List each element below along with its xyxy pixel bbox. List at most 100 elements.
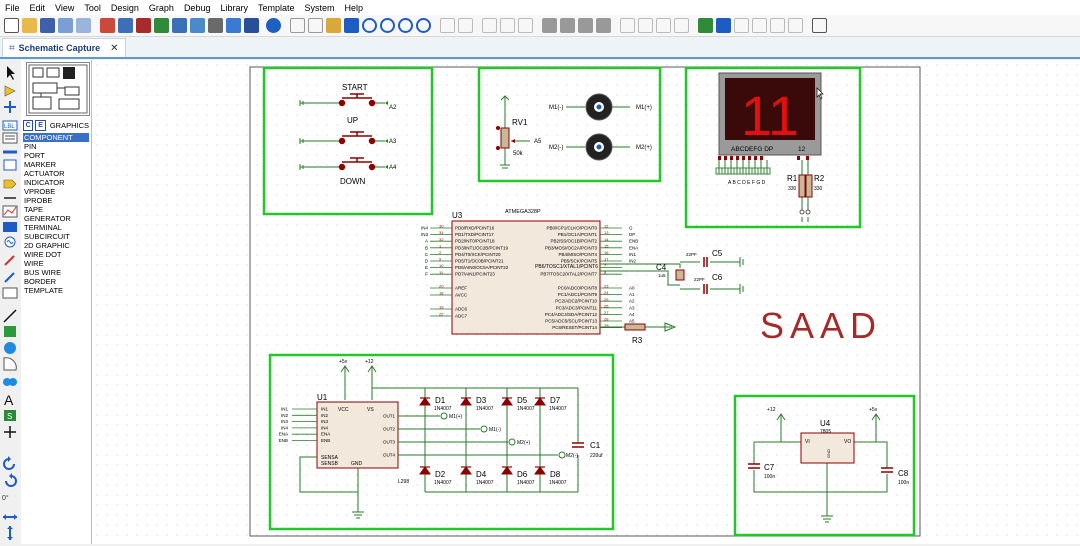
junction-dot-icon[interactable] (4, 101, 16, 113)
home-icon[interactable] (100, 18, 115, 33)
grid-toggle-icon[interactable] (308, 18, 323, 33)
pan-icon[interactable] (344, 18, 359, 33)
mode-item-port[interactable]: PORT (23, 151, 89, 160)
design-explorer-icon[interactable] (208, 18, 223, 33)
menu-debug[interactable]: Debug (179, 3, 216, 13)
mode-item-generator[interactable]: GENERATOR (23, 214, 89, 223)
current-probe-icon[interactable] (4, 272, 15, 283)
copy-icon[interactable] (500, 18, 515, 33)
netlist-icon[interactable] (788, 18, 803, 33)
text-script-icon[interactable] (2, 132, 18, 144)
rotate-anticlockwise-icon[interactable] (5, 473, 17, 487)
gerber-icon[interactable] (190, 18, 205, 33)
graph-icon[interactable] (2, 205, 18, 218)
menu-system[interactable]: System (300, 3, 340, 13)
menu-library[interactable]: Library (215, 3, 253, 13)
tape-recorder-icon[interactable] (3, 222, 17, 232)
symbol-tool-icon[interactable]: S (4, 410, 16, 421)
zoom-all-icon[interactable] (398, 18, 413, 33)
undo-icon[interactable] (440, 18, 455, 33)
zoom-in-icon[interactable] (362, 18, 377, 33)
zoom-out-icon[interactable] (380, 18, 395, 33)
remove-sheet-icon[interactable] (770, 18, 785, 33)
path-tool-icon[interactable] (3, 378, 17, 386)
mode-item-actuator[interactable]: ACTUATOR (23, 169, 89, 178)
help-icon[interactable] (266, 18, 281, 33)
mode-item-indicator[interactable]: INDICATOR (23, 178, 89, 187)
block-rotate-icon[interactable] (578, 18, 593, 33)
menu-file[interactable]: File (0, 3, 25, 13)
new-sheet-icon[interactable] (752, 18, 767, 33)
mode-item-terminal[interactable]: TERMINAL (23, 223, 89, 232)
virtual-instrument-icon[interactable] (2, 287, 18, 299)
save-icon[interactable] (40, 18, 55, 33)
component-mode-icon[interactable] (4, 85, 16, 97)
mode-item-template[interactable]: TEMPLATE (23, 286, 89, 295)
arc-tool-icon[interactable] (3, 357, 17, 371)
circle-tool-icon[interactable] (4, 342, 16, 354)
property-assign-icon[interactable] (734, 18, 749, 33)
menu-template[interactable]: Template (253, 3, 300, 13)
refresh-icon[interactable] (290, 18, 305, 33)
mode-item-marker[interactable]: MARKER (23, 160, 89, 169)
schematic-canvas[interactable]: START UP DOWN A2 A3 A4 RV1 50k A5 M1(-) … (92, 60, 1080, 544)
bom-icon[interactable] (226, 18, 241, 33)
origin-icon[interactable] (326, 18, 341, 33)
c-mode-icon[interactable]: C (23, 119, 34, 131)
open-folder-icon[interactable] (22, 18, 37, 33)
mirror-vertical-icon[interactable] (7, 526, 13, 540)
mode-item-tape[interactable]: TAPE (23, 205, 89, 214)
redo-icon[interactable] (458, 18, 473, 33)
make-device-icon[interactable] (638, 18, 653, 33)
menu-edit[interactable]: Edit (25, 3, 51, 13)
overview-window[interactable] (26, 62, 90, 116)
mode-item-pin[interactable]: PIN (23, 142, 89, 151)
pcb-icon[interactable] (154, 18, 169, 33)
selection-mode-icon[interactable] (7, 66, 15, 80)
rotate-clockwise-icon[interactable] (3, 456, 15, 470)
schematic-icon[interactable] (118, 18, 133, 33)
terminal-icon[interactable] (3, 179, 17, 189)
mirror-horizontal-icon[interactable] (3, 514, 17, 520)
wire-autorouter-icon[interactable] (698, 18, 713, 33)
mode-item-vprobe[interactable]: VPROBE (23, 187, 89, 196)
mode-item-wire-dot[interactable]: WIRE DOT (23, 250, 89, 259)
tab-schematic-capture[interactable]: ⌗ Schematic Capture ✕ (2, 38, 126, 57)
import-icon[interactable] (58, 18, 73, 33)
wire-label-icon[interactable]: LBL (2, 120, 18, 131)
generator-icon[interactable] (4, 236, 16, 248)
line-tool-icon[interactable] (3, 309, 17, 323)
e-mode-icon[interactable]: E (35, 119, 46, 131)
text-tool-icon[interactable]: A (4, 392, 14, 408)
menu-design[interactable]: Design (106, 3, 144, 13)
paste-icon[interactable] (518, 18, 533, 33)
source-code-icon[interactable] (244, 18, 259, 33)
search-tag-icon[interactable] (716, 18, 731, 33)
cut-icon[interactable] (482, 18, 497, 33)
mode-item-wire[interactable]: WIRE (23, 259, 89, 268)
close-icon[interactable]: ✕ (110, 43, 118, 54)
mode-item-border[interactable]: BORDER (23, 277, 89, 286)
menu-view[interactable]: View (50, 3, 79, 13)
package-tool-icon[interactable] (656, 18, 671, 33)
mode-item-bus-wire[interactable]: BUS WIRE (23, 268, 89, 277)
voltage-probe-icon[interactable] (4, 255, 15, 266)
zoom-area-icon[interactable] (416, 18, 431, 33)
report-icon[interactable] (812, 18, 827, 33)
subcircuit-icon[interactable] (3, 159, 17, 171)
block-delete-icon[interactable] (596, 18, 611, 33)
mode-item-iprobe[interactable]: IPROBE (23, 196, 89, 205)
menu-help[interactable]: Help (340, 3, 369, 13)
marker-tool-icon[interactable] (4, 426, 16, 438)
decompose-icon[interactable] (674, 18, 689, 33)
box-tool-icon[interactable] (4, 326, 16, 337)
mode-item-2d-graphic[interactable]: 2D GRAPHIC (23, 241, 89, 250)
block-move-icon[interactable] (560, 18, 575, 33)
chip-icon[interactable] (136, 18, 151, 33)
new-file-icon[interactable] (4, 18, 19, 33)
mode-item-subcircuit[interactable]: SUBCIRCUIT (23, 232, 89, 241)
export-icon[interactable] (76, 18, 91, 33)
menu-tool[interactable]: Tool (79, 3, 106, 13)
mode-item-component[interactable]: COMPONENT (23, 133, 89, 142)
menu-graph[interactable]: Graph (144, 3, 179, 13)
